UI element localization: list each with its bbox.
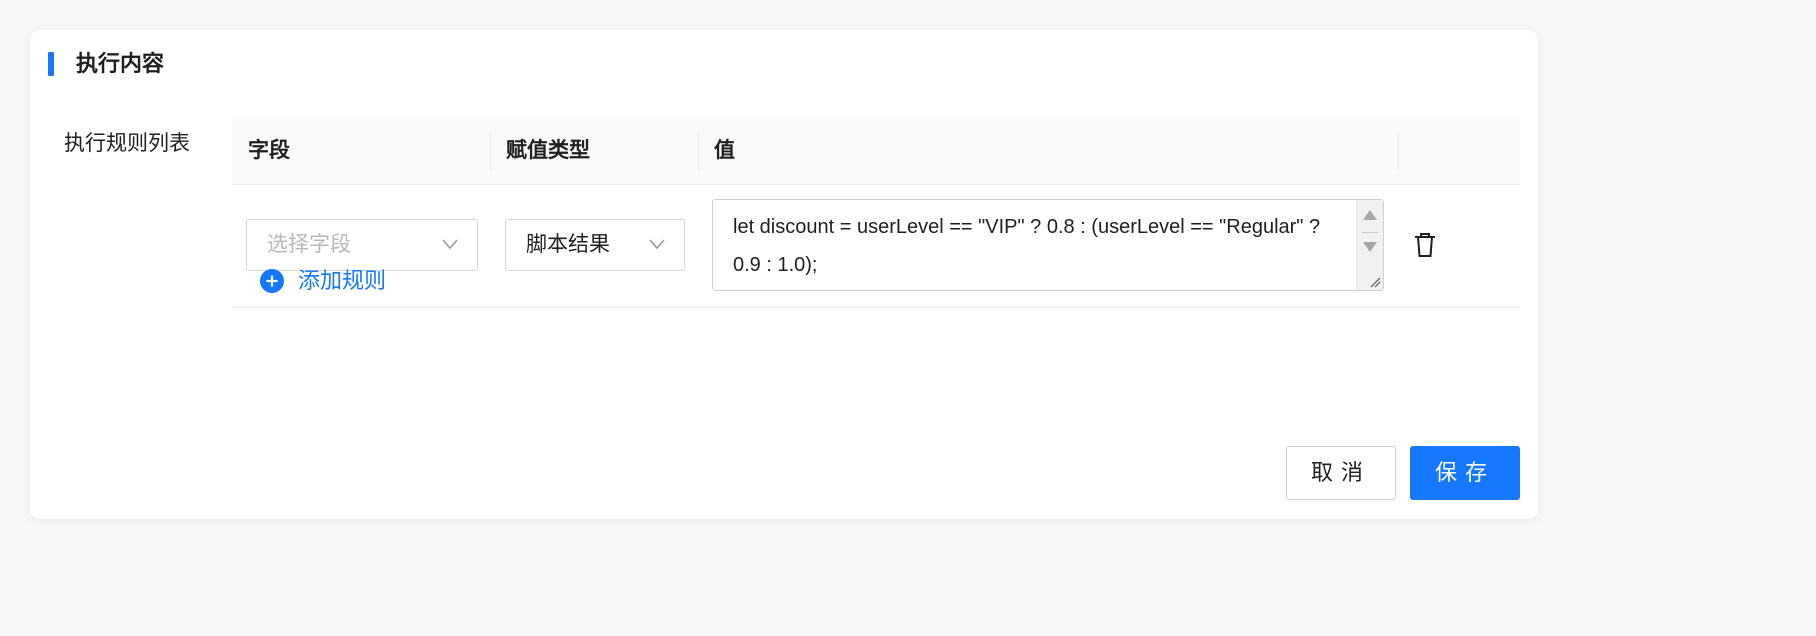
rule-list-label: 执行规则列表	[64, 132, 190, 155]
scroll-separator	[1362, 232, 1378, 233]
table-row: 选择字段 脚本结果 let discount = userLevel == "V…	[232, 185, 1520, 308]
trash-icon[interactable]	[1412, 231, 1438, 259]
assign-type-value: 脚本结果	[526, 233, 610, 256]
section-accent-bar	[48, 52, 54, 76]
table-header: 字段 赋值类型 值	[232, 118, 1520, 185]
field-select-placeholder: 选择字段	[267, 233, 351, 256]
value-textarea[interactable]: let discount = userLevel == "VIP" ? 0.8 …	[712, 199, 1384, 291]
column-header-value: 值	[714, 139, 735, 162]
plus-circle-icon	[260, 269, 284, 293]
section-title: 执行内容	[76, 51, 165, 76]
value-textarea-content: let discount = userLevel == "VIP" ? 0.8 …	[733, 216, 1326, 276]
column-header-field: 字段	[248, 139, 290, 162]
assign-type-select[interactable]: 脚本结果	[505, 219, 685, 271]
column-divider	[1398, 132, 1399, 170]
column-header-assign-type: 赋值类型	[506, 139, 590, 162]
scroll-down-arrow-icon[interactable]	[1363, 242, 1377, 252]
scroll-up-arrow-icon[interactable]	[1363, 210, 1377, 220]
column-divider	[490, 132, 491, 170]
cancel-button[interactable]: 取消	[1286, 446, 1396, 500]
save-button[interactable]: 保存	[1410, 446, 1520, 500]
rule-table: 字段 赋值类型 值 选择字段 脚本结果 let discount = userL…	[232, 118, 1520, 308]
chevron-down-icon	[649, 239, 665, 250]
resize-grip-icon[interactable]	[1369, 276, 1381, 288]
column-divider	[698, 132, 699, 170]
execution-content-card: 执行内容 执行规则列表 字段 赋值类型 值 选择字段 脚本结果 let disc…	[30, 30, 1538, 519]
add-rule-label: 添加规则	[298, 268, 387, 293]
chevron-down-icon	[442, 239, 458, 250]
